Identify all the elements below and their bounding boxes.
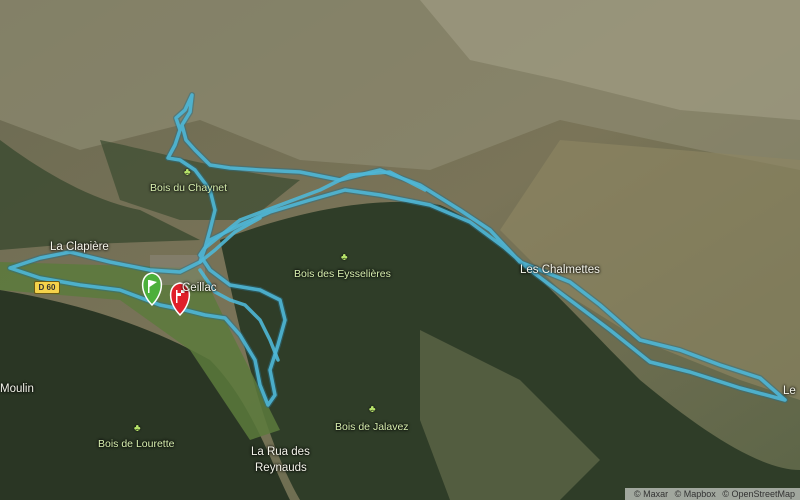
place-label-la-clapiere: La Clapière xyxy=(50,241,109,253)
place-label-le: Le xyxy=(783,385,796,397)
forest-label-lourette: Bois de Lourette xyxy=(98,438,175,450)
place-label-moulin: Moulin xyxy=(0,383,34,395)
place-label-reynauds: Reynauds xyxy=(255,462,307,474)
tree-icon: ♣ xyxy=(341,252,348,263)
attribution-maxar-link[interactable]: © Maxar xyxy=(634,489,668,499)
place-label-la-rua: La Rua des xyxy=(251,446,310,458)
forest-label-chaynet: Bois du Chaynet xyxy=(150,182,228,194)
tree-icon: ♣ xyxy=(369,404,376,415)
map-attribution: © Maxar © Mapbox © OpenStreetMap xyxy=(625,488,800,500)
tree-icon: ♣ xyxy=(134,423,141,434)
attribution-mapbox-link[interactable]: © Mapbox xyxy=(675,489,716,499)
forest-label-eysselieres: Bois des Eysselières xyxy=(294,268,391,280)
road-shield: D 60 xyxy=(34,281,60,294)
place-label-les-chalmettes: Les Chalmettes xyxy=(520,264,600,276)
forest-label-jalavez: Bois de Jalavez xyxy=(335,421,409,433)
attribution-osm-link[interactable]: © OpenStreetMap xyxy=(722,489,795,499)
place-label-ceillac: Ceillac xyxy=(182,282,217,294)
tree-icon: ♣ xyxy=(184,167,191,178)
